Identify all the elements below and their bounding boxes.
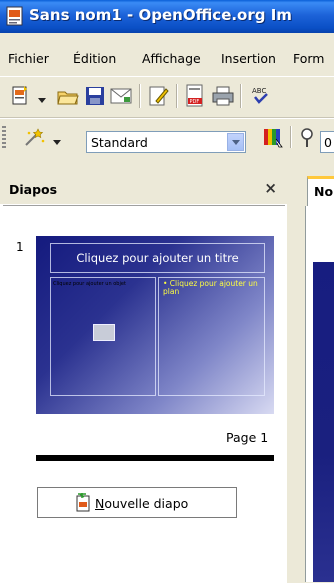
menu-format[interactable]: Form: [293, 51, 325, 66]
standard-toolbar: PDF ABC: [0, 76, 334, 118]
divider: [3, 205, 285, 206]
title-placeholder-box: Cliquez pour ajouter un titre: [50, 243, 265, 273]
edit-file-icon[interactable]: [148, 85, 170, 110]
toolbar-separator: [290, 126, 292, 148]
toolbar-grip[interactable]: [2, 126, 6, 150]
zoom-field-value: 0: [324, 135, 332, 150]
outline-placeholder-text: • Cliquez pour ajouter un plan: [163, 279, 258, 296]
slides-panel-title: Diapos: [9, 182, 58, 197]
print-icon[interactable]: [212, 86, 234, 109]
slide-number: 1: [16, 240, 24, 254]
svg-text:ABC: ABC: [252, 87, 266, 95]
new-slide-label: Nouvelle diapo: [95, 496, 188, 511]
svg-text:PDF: PDF: [190, 99, 200, 105]
title-placeholder-text: Cliquez pour ajouter un titre: [76, 251, 239, 265]
menu-bar: Fichier Édition Affichage Insertion Form: [0, 44, 334, 74]
close-icon[interactable]: ×: [264, 179, 277, 197]
slide-preview[interactable]: [313, 262, 334, 582]
style-select-value: Standard: [91, 135, 148, 150]
menu-insertion[interactable]: Insertion: [221, 51, 276, 66]
new-document-icon[interactable]: [10, 85, 32, 110]
menu-fichier[interactable]: Fichier: [8, 51, 49, 66]
window-titlebar: Sans nom1 - OpenOffice.org Im: [0, 0, 334, 33]
mail-icon[interactable]: [110, 88, 132, 107]
open-folder-icon[interactable]: [57, 86, 79, 109]
export-pdf-icon[interactable]: PDF: [185, 84, 205, 111]
style-select[interactable]: Standard: [86, 131, 246, 153]
insertion-bar: [36, 455, 274, 461]
chevron-down-icon[interactable]: [227, 133, 244, 151]
menu-edition[interactable]: Édition: [73, 51, 116, 66]
new-slide-icon: [75, 493, 93, 516]
panel-splitter[interactable]: [287, 174, 296, 582]
impress-icon: [6, 6, 24, 26]
zoom-field[interactable]: 0: [320, 131, 334, 153]
zoom-icon[interactable]: [300, 128, 314, 151]
tab-normal[interactable]: No: [307, 176, 334, 206]
toolbar-separator: [139, 84, 141, 108]
image-placeholder-icon: [93, 324, 115, 341]
slides-panel-header: Diapos ×: [0, 174, 287, 204]
stylist-icon[interactable]: [24, 127, 46, 150]
page-label: Page 1: [226, 430, 269, 445]
window-title: Sans nom1 - OpenOffice.org Im: [29, 6, 292, 24]
menu-affichage[interactable]: Affichage: [142, 51, 201, 66]
new-slide-label-rest: ouvelle diapo: [104, 496, 189, 511]
new-slide-button[interactable]: Nouvelle diapo: [37, 487, 237, 518]
tab-normal-label: No: [314, 184, 334, 199]
color-bar-icon[interactable]: [262, 127, 284, 152]
chevron-down-icon[interactable]: [53, 135, 61, 149]
object-placeholder-text: Cliquez pour ajouter un objet: [53, 281, 126, 287]
slide-thumbnail[interactable]: Cliquez pour ajouter un titre Cliquez po…: [36, 236, 274, 414]
outline-placeholder-box: • Cliquez pour ajouter un plan: [158, 277, 265, 396]
mnemonic-letter: N: [95, 496, 105, 511]
toolbar-separator: [176, 84, 178, 108]
save-icon[interactable]: [85, 86, 105, 109]
toolbar-separator: [240, 84, 242, 108]
spellcheck-icon[interactable]: ABC: [252, 85, 270, 110]
object-placeholder-box: Cliquez pour ajouter un objet: [50, 277, 156, 396]
chevron-down-icon[interactable]: [38, 93, 46, 107]
